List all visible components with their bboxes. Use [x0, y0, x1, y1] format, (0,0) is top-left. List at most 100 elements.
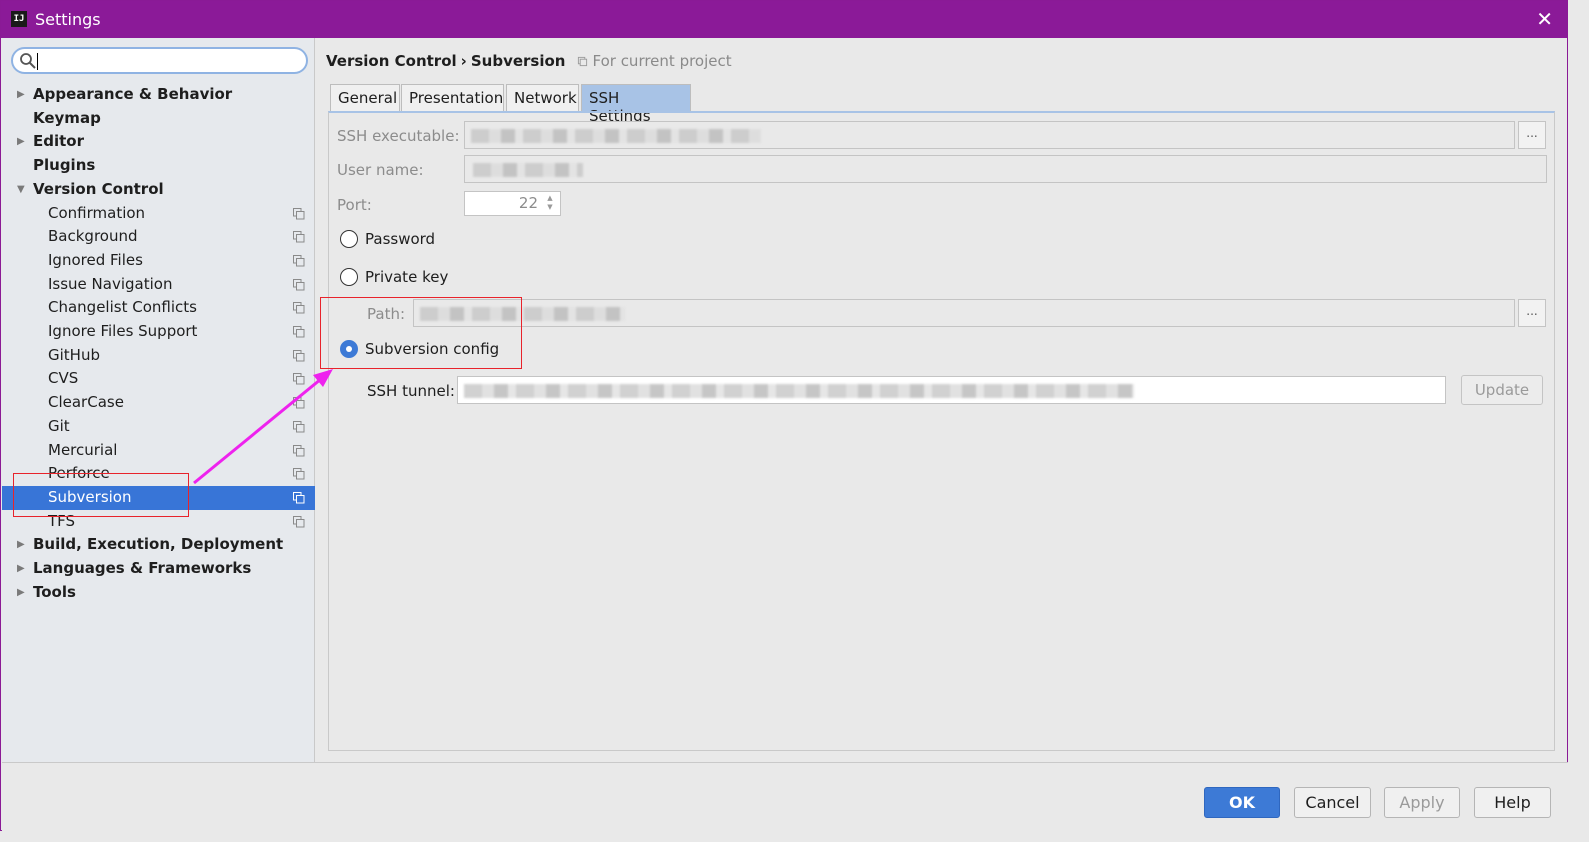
ssh-tunnel-label: SSH tunnel:: [367, 382, 455, 400]
sidebar-item-confirmation[interactable]: Confirmation: [2, 202, 315, 226]
sidebar-item-label: Ignored Files: [48, 250, 143, 269]
radio-circle: [340, 230, 358, 248]
project-level-icon: [293, 444, 305, 456]
title-bar: IJ Settings ✕: [1, 1, 1567, 38]
sidebar-item-cvs[interactable]: CVS: [2, 367, 315, 391]
tab-network[interactable]: Network: [506, 84, 579, 111]
ok-button[interactable]: OK: [1204, 787, 1280, 818]
project-level-icon: [293, 302, 305, 314]
sidebar-item-label: Git: [48, 416, 70, 435]
sidebar-item-mercurial[interactable]: Mercurial: [2, 439, 315, 463]
sidebar-item-label: Background: [48, 227, 138, 246]
sidebar-item-changelist-conflicts[interactable]: Changelist Conflicts: [2, 296, 315, 320]
breadcrumb-separator: ›: [460, 52, 467, 70]
tab-ssh-settings[interactable]: SSH Settings: [581, 84, 691, 125]
update-button[interactable]: Update: [1461, 375, 1543, 405]
project-scope-label: For current project: [592, 52, 732, 70]
sidebar-item-ignored-files[interactable]: Ignored Files: [2, 249, 315, 273]
project-scope-icon: [577, 56, 587, 67]
project-level-icon: [293, 207, 305, 219]
sidebar-item-label: ClearCase: [48, 393, 124, 412]
cancel-button[interactable]: Cancel: [1294, 787, 1371, 818]
project-level-icon: [293, 349, 305, 362]
ssh-executable-field[interactable]: [464, 121, 1515, 149]
project-level-icon: [293, 254, 305, 267]
radio-circle: [340, 268, 358, 286]
sidebar-item-version-control[interactable]: ▼ Version Control: [2, 178, 315, 202]
ssh-executable-label: SSH executable:: [337, 127, 460, 145]
sidebar-item-label: Version Control: [33, 179, 164, 198]
collapsed-arrow-icon[interactable]: ▶: [17, 130, 25, 153]
tab-presentation[interactable]: Presentation: [401, 84, 504, 111]
sidebar-item-background[interactable]: Background: [2, 225, 315, 249]
sidebar-item-clearcase[interactable]: ClearCase: [2, 391, 315, 415]
annotation-box-subversion: [13, 473, 189, 517]
sidebar-item-label: Ignore Files Support: [48, 322, 198, 340]
port-value: 22: [518, 194, 538, 212]
collapsed-arrow-icon[interactable]: ▶: [17, 83, 25, 106]
sidebar-item-label: Confirmation: [48, 203, 146, 222]
collapsed-arrow-icon[interactable]: ▶: [17, 557, 25, 580]
settings-window: IJ Settings ✕ ▶ Appearance & Behavior Keym…: [0, 0, 1568, 831]
project-scope: For current project: [577, 52, 732, 70]
sidebar-item-build-execution-deployment[interactable]: ▶ Build, Execution, Deployment: [2, 533, 315, 557]
sidebar-item-label: Changelist Conflicts: [48, 298, 197, 317]
search-icon: [20, 53, 36, 69]
project-level-icon: [293, 326, 305, 338]
redacted-value: [464, 384, 1134, 398]
ssh-tunnel-field[interactable]: [457, 376, 1446, 404]
project-level-icon: [293, 397, 305, 409]
annotation-box-subversion-config: [320, 297, 522, 369]
sidebar-item-keymap[interactable]: Keymap: [2, 107, 315, 131]
sidebar-item-label: Plugins: [33, 156, 96, 175]
collapsed-arrow-icon[interactable]: ▶: [17, 581, 25, 604]
project-level-icon: [293, 373, 305, 385]
password-radio-label: Password: [365, 230, 436, 248]
sidebar-item-plugins[interactable]: Plugins: [2, 154, 315, 178]
redacted-value: [473, 163, 583, 177]
sidebar-item-label: CVS: [48, 369, 79, 388]
ssh-executable-browse-button[interactable]: ...: [1518, 121, 1546, 149]
project-level-icon: [293, 278, 305, 291]
username-field[interactable]: [464, 155, 1547, 183]
sidebar-item-label: Languages & Frameworks: [33, 559, 252, 577]
dialog-footer: OK Cancel Apply Help: [2, 762, 1568, 831]
help-button[interactable]: Help: [1474, 787, 1551, 818]
redacted-value: [471, 129, 761, 143]
settings-sidebar: ▶ Appearance & Behavior Keymap ▶ Editor Plugi…: [2, 38, 315, 762]
project-level-icon: [293, 468, 305, 480]
sidebar-item-git[interactable]: Git: [2, 415, 315, 439]
apply-button[interactable]: Apply: [1384, 787, 1460, 818]
spinner-arrows-icon[interactable]: ▲ ▼: [544, 194, 556, 212]
sidebar-item-issue-navigation[interactable]: Issue Navigation: [2, 273, 315, 297]
ssh-settings-panel: SSH executable: ... User name: Port: 22 …: [328, 111, 1555, 751]
sidebar-item-label: Mercurial: [48, 440, 118, 459]
username-label: User name:: [337, 161, 424, 179]
sidebar-item-label: Appearance & Behavior: [33, 85, 233, 103]
sidebar-item-editor[interactable]: ▶ Editor: [2, 130, 315, 154]
sidebar-item-label: Keymap: [33, 108, 101, 127]
sidebar-item-label: Editor: [33, 132, 84, 151]
password-radio[interactable]: Password: [340, 230, 435, 248]
tab-general[interactable]: General: [330, 84, 400, 111]
sidebar-item-appearance-behavior[interactable]: ▶ Appearance & Behavior: [2, 83, 315, 107]
sidebar-item-tools[interactable]: ▶ Tools: [2, 581, 315, 605]
port-label: Port:: [337, 196, 372, 214]
expanded-arrow-icon[interactable]: ▼: [17, 178, 25, 201]
sidebar-item-languages-frameworks[interactable]: ▶ Languages & Frameworks: [2, 557, 315, 581]
project-level-icon: [293, 420, 305, 433]
sidebar-item-github[interactable]: GitHub: [2, 344, 315, 368]
sidebar-item-label: Tools: [33, 582, 76, 601]
path-field[interactable]: [413, 299, 1515, 327]
search-input[interactable]: [11, 47, 308, 74]
close-icon[interactable]: ✕: [1536, 7, 1553, 31]
sidebar-item-ignore-files-support[interactable]: Ignore Files Support: [2, 320, 315, 344]
intellij-app-icon: IJ: [11, 11, 27, 27]
sidebar-item-label: Build, Execution, Deployment: [33, 535, 284, 554]
private-key-radio[interactable]: Private key: [340, 268, 448, 286]
port-spinner[interactable]: 22 ▲ ▼: [464, 191, 561, 216]
project-level-icon: [293, 491, 305, 504]
collapsed-arrow-icon[interactable]: ▶: [17, 533, 25, 556]
project-level-icon: [293, 231, 305, 243]
path-browse-button[interactable]: ...: [1518, 299, 1546, 327]
